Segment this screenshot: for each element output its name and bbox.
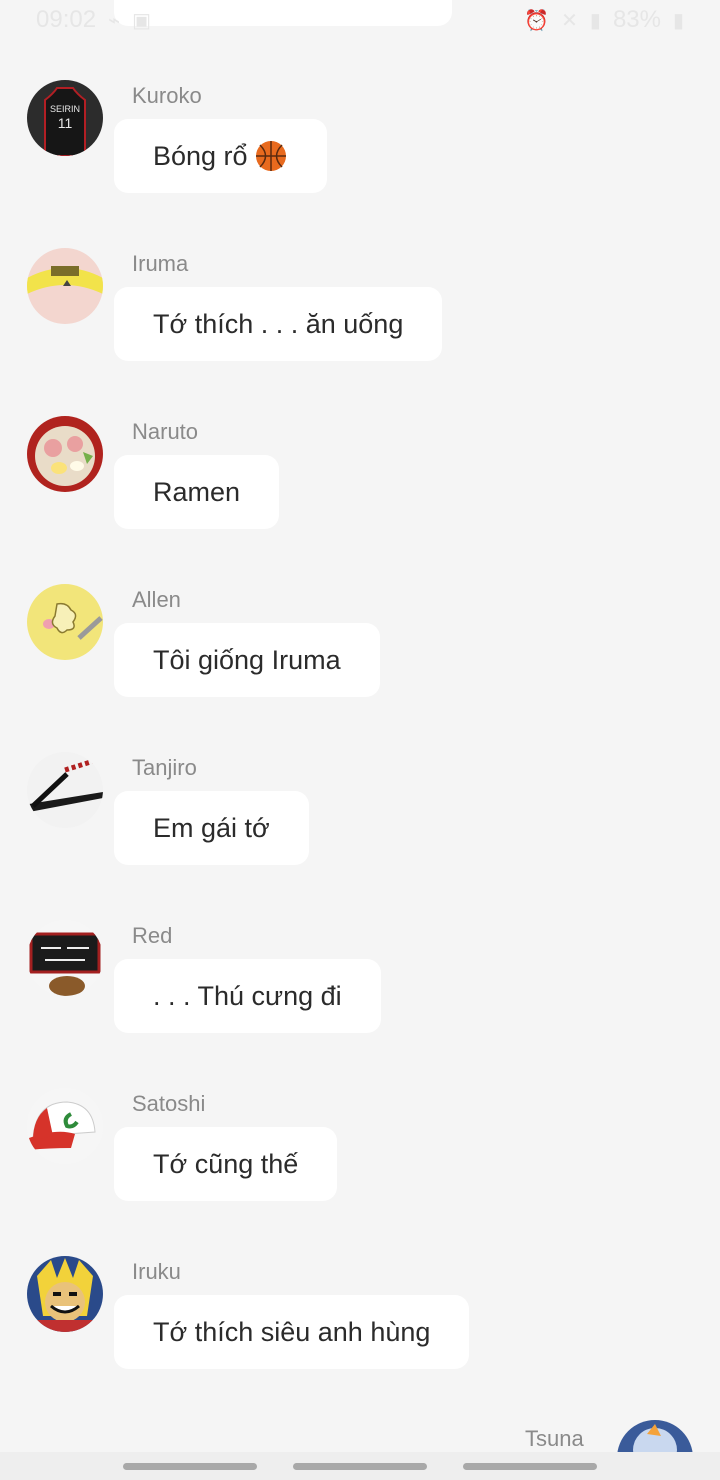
- headband-avatar[interactable]: [27, 248, 103, 324]
- cap-avatar[interactable]: [27, 1088, 103, 1164]
- yellow-character-avatar[interactable]: [27, 584, 103, 660]
- status-left: 09:02 ⌁ ▣: [36, 6, 151, 34]
- basketball-icon: [255, 141, 286, 171]
- message-item: Allen Tôi giống Iruma: [0, 584, 720, 704]
- ramen-avatar[interactable]: [27, 416, 103, 492]
- message-text: Em gái tớ: [153, 812, 270, 843]
- message-item: Iruma Tớ thích . . . ăn uống: [0, 248, 720, 368]
- sender-name: Allen: [132, 587, 181, 612]
- svg-text:SEIRIN: SEIRIN: [50, 104, 80, 114]
- message-bubble[interactable]: Tớ thích . . . ăn uống: [114, 287, 443, 361]
- message-text: Tớ thích siêu anh hùng: [153, 1316, 431, 1347]
- nav-back-button[interactable]: [463, 1462, 597, 1470]
- message-bubble[interactable]: Bóng rổ: [114, 119, 327, 193]
- notification-icon: ⌁: [108, 9, 121, 32]
- message-bubble[interactable]: Tôi giống Iruma: [114, 623, 380, 697]
- message-bubble[interactable]: Ramen: [114, 455, 280, 529]
- hero-avatar[interactable]: [27, 1256, 103, 1332]
- message-text: Tôi giống Iruma: [153, 644, 341, 675]
- message-text: Tớ cũng thế: [153, 1148, 299, 1179]
- message-item: Satoshi Tớ cũng thế: [0, 1088, 720, 1208]
- message-text: Ramen: [153, 476, 241, 507]
- status-bar: 09:02 ⌁ ▣ ⏰ ✕ ▮ 83% ▮: [0, 0, 720, 40]
- battery-icon: ▮: [672, 9, 684, 32]
- nav-home-button[interactable]: [293, 1462, 427, 1470]
- status-time: 09:02: [36, 6, 97, 33]
- sender-name: Satoshi: [132, 1091, 206, 1116]
- message-bubble[interactable]: Em gái tớ: [114, 791, 309, 865]
- message-item: Red . . . Thú cưng đi: [0, 920, 720, 1040]
- nav-recents-button[interactable]: [123, 1462, 257, 1470]
- navigation-bar: [0, 1452, 720, 1480]
- image-icon: ▣: [132, 9, 152, 32]
- sender-name: Iruma: [132, 251, 189, 276]
- sender-name: Iruku: [132, 1259, 181, 1284]
- message-item: Iruku Tớ thích siêu anh hùng: [0, 1256, 720, 1376]
- status-right: ⏰ ✕ ▮ 83% ▮: [524, 6, 684, 34]
- outgoing-sender-name: Tsuna: [525, 1426, 584, 1451]
- jersey-avatar[interactable]: SEIRIN 11: [27, 80, 103, 156]
- message-bubble[interactable]: Tớ thích siêu anh hùng: [114, 1295, 470, 1369]
- katana-avatar[interactable]: [27, 752, 103, 828]
- message-text: Tớ thích . . . ăn uống: [153, 308, 404, 339]
- sender-name: Red: [132, 923, 173, 948]
- message-item: Naruto Ramen: [0, 416, 720, 536]
- battery-percent: 83%: [612, 6, 661, 33]
- message-text: Bóng rổ: [153, 140, 248, 171]
- message-item: SEIRIN 11 Kuroko Bóng rổ: [0, 80, 720, 200]
- mute-icon: ✕: [561, 9, 578, 32]
- message-text: . . . Thú cưng đi: [153, 980, 342, 1011]
- message-bubble[interactable]: . . . Thú cưng đi: [114, 959, 381, 1033]
- sender-name: Tanjiro: [132, 755, 197, 780]
- sender-name: Kuroko: [132, 83, 202, 108]
- message-item: Tanjiro Em gái tớ: [0, 752, 720, 872]
- message-bubble[interactable]: Tớ cũng thế: [114, 1127, 338, 1201]
- sign-avatar[interactable]: [27, 920, 103, 996]
- signal-icon: ▮: [589, 9, 601, 32]
- alarm-icon: ⏰: [524, 9, 550, 32]
- svg-text:11: 11: [58, 115, 73, 131]
- sender-name: Naruto: [132, 419, 199, 444]
